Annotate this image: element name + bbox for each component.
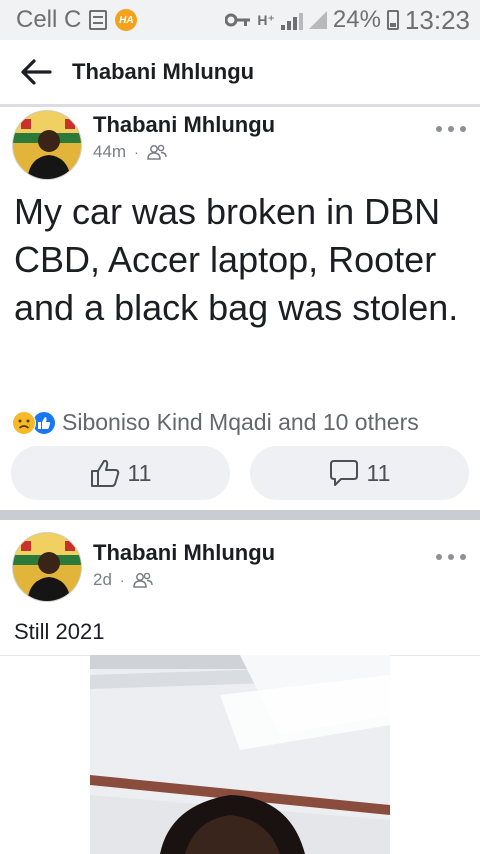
post-author[interactable]: Thabani Mhlungu [93,540,275,566]
post-photo[interactable] [90,655,390,854]
carrier-label: Cell C [16,6,82,33]
avatar[interactable] [12,532,82,602]
photo-content [90,655,390,854]
post-text: Still 2021 [14,619,105,644]
network-type: H⁺ [257,11,275,28]
arrow-left-icon [21,59,52,85]
no-signal-icon [308,11,327,29]
thumbs-up-icon [90,459,119,487]
more-options-button[interactable] [436,122,466,136]
status-bar: Cell C HA H⁺ 24% 13:23 [0,0,480,40]
post-card: Thabani Mhlungu 44m · My car was broken … [0,107,480,510]
post-meta: 2d · [93,570,153,590]
like-button[interactable]: 11 [11,446,230,500]
comment-count: 11 [366,459,391,486]
meta-separator: · [134,144,139,160]
friends-icon [132,572,153,588]
back-button[interactable] [0,40,72,104]
post-text: My car was broken in DBN CBD, Accer lapt… [14,191,459,328]
profile-photo [13,111,81,179]
post-time[interactable]: 2d [93,570,112,590]
key-icon [225,13,251,27]
signal-bars-icon [280,10,303,30]
notes-icon [89,10,108,30]
post-author[interactable]: Thabani Mhlungu [93,112,275,138]
comment-icon [329,460,358,486]
reactions-summary[interactable]: Siboniso Kind Mqadi and 10 others [12,409,419,436]
battery-percent: 24% [332,6,381,33]
more-options-button[interactable] [436,550,466,564]
meta-separator: · [119,572,125,588]
sad-reaction-icon [12,410,36,435]
avatar[interactable] [12,110,82,180]
post-time[interactable]: 44m [93,142,126,162]
post-meta: 44m · [93,142,167,162]
app-header: Thabani Mhlungu [0,40,480,104]
battery-icon [386,10,399,30]
like-count: 11 [127,459,152,486]
ha-app-icon: HA [115,9,138,31]
page-title[interactable]: Thabani Mhlungu [72,59,254,85]
comment-button[interactable]: 11 [250,446,469,500]
profile-photo [13,533,81,601]
post-card: Thabani Mhlungu 2d · Still 2021 [0,520,480,655]
friends-icon [146,144,167,160]
clock: 13:23 [404,4,470,35]
reactions-text: Siboniso Kind Mqadi and 10 others [62,409,419,435]
post-separator [0,510,480,520]
